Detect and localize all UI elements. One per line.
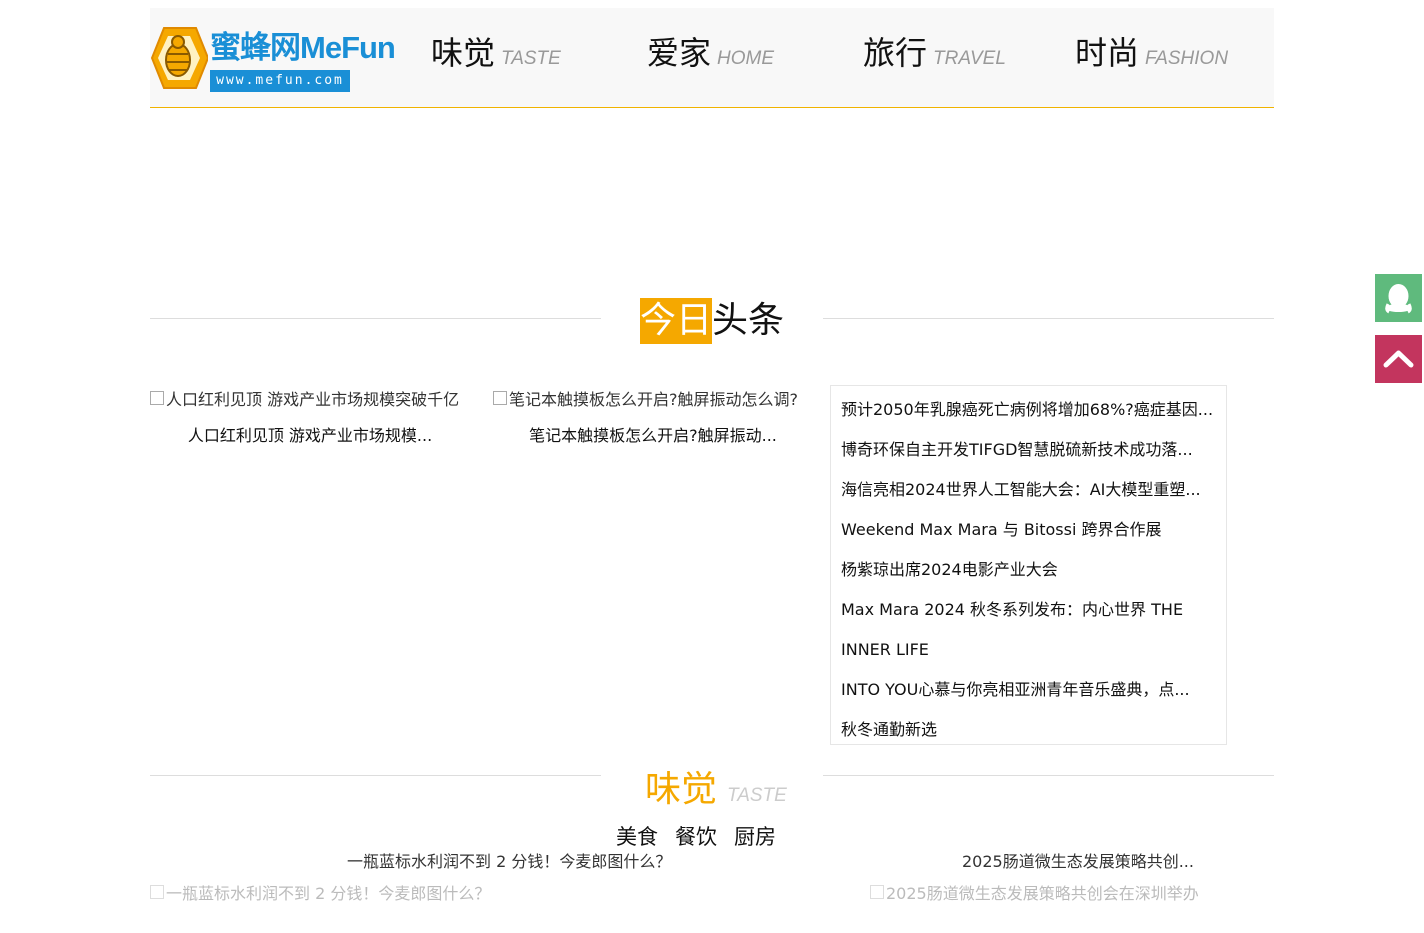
nav-item-home[interactable]: 爱家 HOME xyxy=(647,28,774,74)
nav-label-en: FASHION xyxy=(1145,48,1229,69)
taste-title-en: TASTE xyxy=(727,785,787,806)
headlines-title-highlight: 今日 xyxy=(640,298,713,344)
image-alt-text: 2025肠道微生态发展策略共创会在深圳举办 xyxy=(886,884,1199,903)
broken-image-icon xyxy=(150,885,164,899)
site-logo[interactable]: 蜜蜂网MeFun www.mefun.com xyxy=(150,22,396,94)
logo-name: 蜜蜂网MeFun xyxy=(210,30,396,65)
headline-card[interactable]: 笔记本触摸板怎么开启?触屏振动怎么调? 笔记本触摸板怎么开启?触屏振动... xyxy=(493,386,813,446)
nav-label-en: TRAVEL xyxy=(933,48,1006,69)
nav-label-en: TASTE xyxy=(501,48,561,69)
headlines-title-rest: 头条 xyxy=(712,300,785,341)
nav-label-cn: 时尚 xyxy=(1075,34,1140,72)
section-divider-left xyxy=(150,775,601,776)
list-item[interactable]: Weekend Max Mara 与 Bitossi 跨界合作展 xyxy=(841,510,1216,550)
headline-card-title[interactable]: 笔记本触摸板怎么开启?触屏振动... xyxy=(493,422,813,446)
taste-section-title: 味觉 TASTE xyxy=(645,760,787,812)
taste-article-title[interactable]: 2025肠道微生态发展策略共创... xyxy=(962,848,1194,872)
headline-card-image[interactable]: 笔记本触摸板怎么开启?触屏振动怎么调? xyxy=(493,386,813,410)
taste-article-image[interactable]: 一瓶蓝标水利润不到 2 分钱！今麦郎图什么？ xyxy=(150,880,490,904)
image-alt-text: 人口红利见顶 游戏产业市场规模突破千亿 xyxy=(166,390,460,409)
list-item[interactable]: INTO YOU心慕与你亮相亚洲青年音乐盛典，点... xyxy=(841,670,1216,710)
bee-logo-icon xyxy=(150,27,208,89)
chevron-up-icon xyxy=(1383,350,1414,368)
tab-dining[interactable]: 餐饮 xyxy=(675,825,717,849)
list-item[interactable]: 杨紫琼出席2024电影产业大会 xyxy=(841,550,1216,590)
nav-item-travel[interactable]: 旅行 TRAVEL xyxy=(863,28,1006,74)
image-alt-text: 笔记本触摸板怎么开启?触屏振动怎么调? xyxy=(509,390,798,409)
headlines-section-title: 今日头条 xyxy=(640,298,784,344)
nav-label-en: HOME xyxy=(717,48,775,69)
tab-kitchen[interactable]: 厨房 xyxy=(734,825,776,849)
nav-item-taste[interactable]: 味觉 TASTE xyxy=(431,28,561,74)
list-item[interactable]: Max Mara 2024 秋冬系列发布：内心世界 THE xyxy=(841,590,1216,630)
tab-food[interactable]: 美食 xyxy=(616,825,658,849)
nav-item-fashion[interactable]: 时尚 FASHION xyxy=(1075,28,1228,74)
taste-article-image[interactable]: 2025肠道微生态发展策略共创会在深圳举办 xyxy=(870,880,1199,904)
taste-subtabs: 美食 餐饮 厨房 xyxy=(616,821,793,851)
taste-title-cn: 味觉 xyxy=(645,769,718,810)
list-item[interactable]: 秋冬通勤新选 xyxy=(841,710,1216,750)
site-header: 蜜蜂网MeFun www.mefun.com 味觉 TASTE 爱家 HOME 旅行… xyxy=(150,8,1274,108)
nav-label-cn: 爱家 xyxy=(647,34,712,72)
section-divider-left xyxy=(150,318,601,319)
nav-label-cn: 味觉 xyxy=(431,34,496,72)
headline-card[interactable]: 人口红利见顶 游戏产业市场规模突破千亿 人口红利见顶 游戏产业市场规模... xyxy=(150,386,470,446)
list-item[interactable]: 海信亮相2024世界人工智能大会：AI大模型重塑... xyxy=(841,470,1216,510)
list-item[interactable]: INNER LIFE xyxy=(841,630,1216,670)
broken-image-icon xyxy=(493,391,507,405)
section-divider-right xyxy=(823,775,1274,776)
taste-article-title[interactable]: 一瓶蓝标水利润不到 2 分钱！今麦郎图什么？ xyxy=(347,848,671,872)
broken-image-icon xyxy=(150,391,164,405)
image-alt-text: 一瓶蓝标水利润不到 2 分钱！今麦郎图什么？ xyxy=(166,884,491,903)
nav-label-cn: 旅行 xyxy=(863,34,928,72)
qq-contact-button[interactable] xyxy=(1375,274,1422,322)
headline-list: 预计2050年乳腺癌死亡病例将增加68%?癌症基因... 博奇环保自主开发TIF… xyxy=(830,385,1227,745)
broken-image-icon xyxy=(870,885,884,899)
headline-card-image[interactable]: 人口红利见顶 游戏产业市场规模突破千亿 xyxy=(150,386,470,410)
back-to-top-button[interactable] xyxy=(1375,335,1422,383)
list-item[interactable]: 博奇环保自主开发TIFGD智慧脱硫新技术成功落... xyxy=(841,430,1216,470)
section-divider-right xyxy=(823,318,1274,319)
list-item[interactable]: 预计2050年乳腺癌死亡病例将增加68%?癌症基因... xyxy=(841,390,1216,430)
logo-url: www.mefun.com xyxy=(210,70,350,92)
qq-penguin-icon xyxy=(1385,284,1412,314)
headline-card-title[interactable]: 人口红利见顶 游戏产业市场规模... xyxy=(150,422,470,446)
